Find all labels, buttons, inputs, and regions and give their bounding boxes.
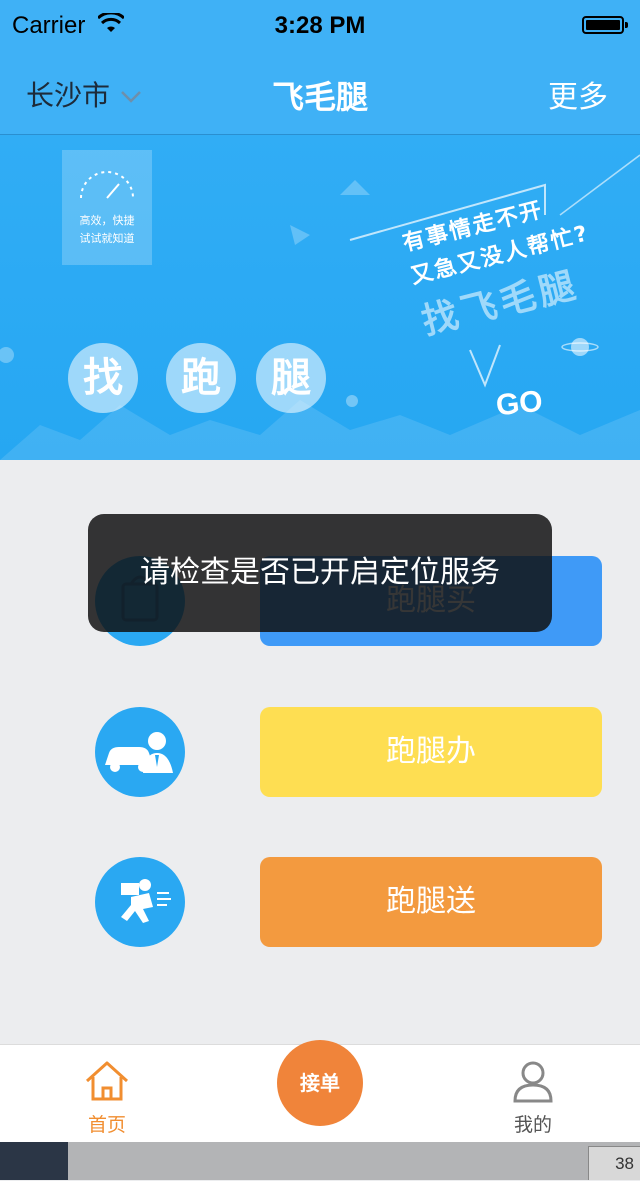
speed-gauge-badge: 高效，快捷 试试就知道 (62, 150, 152, 265)
car-driver-icon (95, 707, 185, 797)
thumbnail-image (0, 1142, 68, 1180)
tab-mine-label: 我的 (513, 1114, 552, 1136)
service-row-deliver: 跑腿送 (0, 857, 640, 949)
accept-order-button[interactable]: 接单 (277, 1040, 363, 1126)
bottom-strip: 38 (0, 1142, 640, 1180)
banner-char-run: 跑 (166, 343, 236, 413)
gauge-caption: 高效，快捷 试试就知道 (62, 212, 152, 248)
errand-deliver-button[interactable]: 跑腿送 (260, 857, 602, 947)
speedometer-icon (80, 171, 134, 199)
tab-mine[interactable]: 我的 (473, 1059, 593, 1137)
page-title: 飞毛腿 (271, 78, 368, 116)
tab-home[interactable]: 首页 (47, 1059, 167, 1137)
gauge-caption-line2: 试试就知道 (79, 232, 135, 245)
nav-bar: 长沙市 飞毛腿 更多 (0, 52, 640, 135)
service-row-handle: 跑腿办 (0, 707, 640, 799)
status-bar: Carrier 3:28 PM (0, 0, 640, 52)
banner-go-label: GO (494, 384, 545, 423)
status-time: 3:28 PM (274, 12, 366, 39)
user-icon (513, 1061, 553, 1103)
banner-char-leg: 腿 (256, 343, 326, 413)
location-toast: 请检查是否已开启定位服务 (88, 514, 552, 632)
home-icon (85, 1061, 129, 1101)
tab-home-label: 首页 (87, 1114, 126, 1136)
battery-icon (582, 16, 628, 34)
errand-handle-button[interactable]: 跑腿办 (260, 707, 602, 797)
page-number: 38 (588, 1146, 640, 1180)
banner-char-find: 找 (68, 343, 138, 413)
delivery-runner-icon (95, 857, 185, 947)
gauge-caption-line1: 高效，快捷 (79, 214, 135, 227)
more-button[interactable]: 更多 (548, 72, 608, 116)
promo-banner[interactable]: 高效，快捷 试试就知道 找 跑 腿 有事情走不开 又急又没人帮忙? 找飞毛腿 G… (0, 135, 640, 460)
